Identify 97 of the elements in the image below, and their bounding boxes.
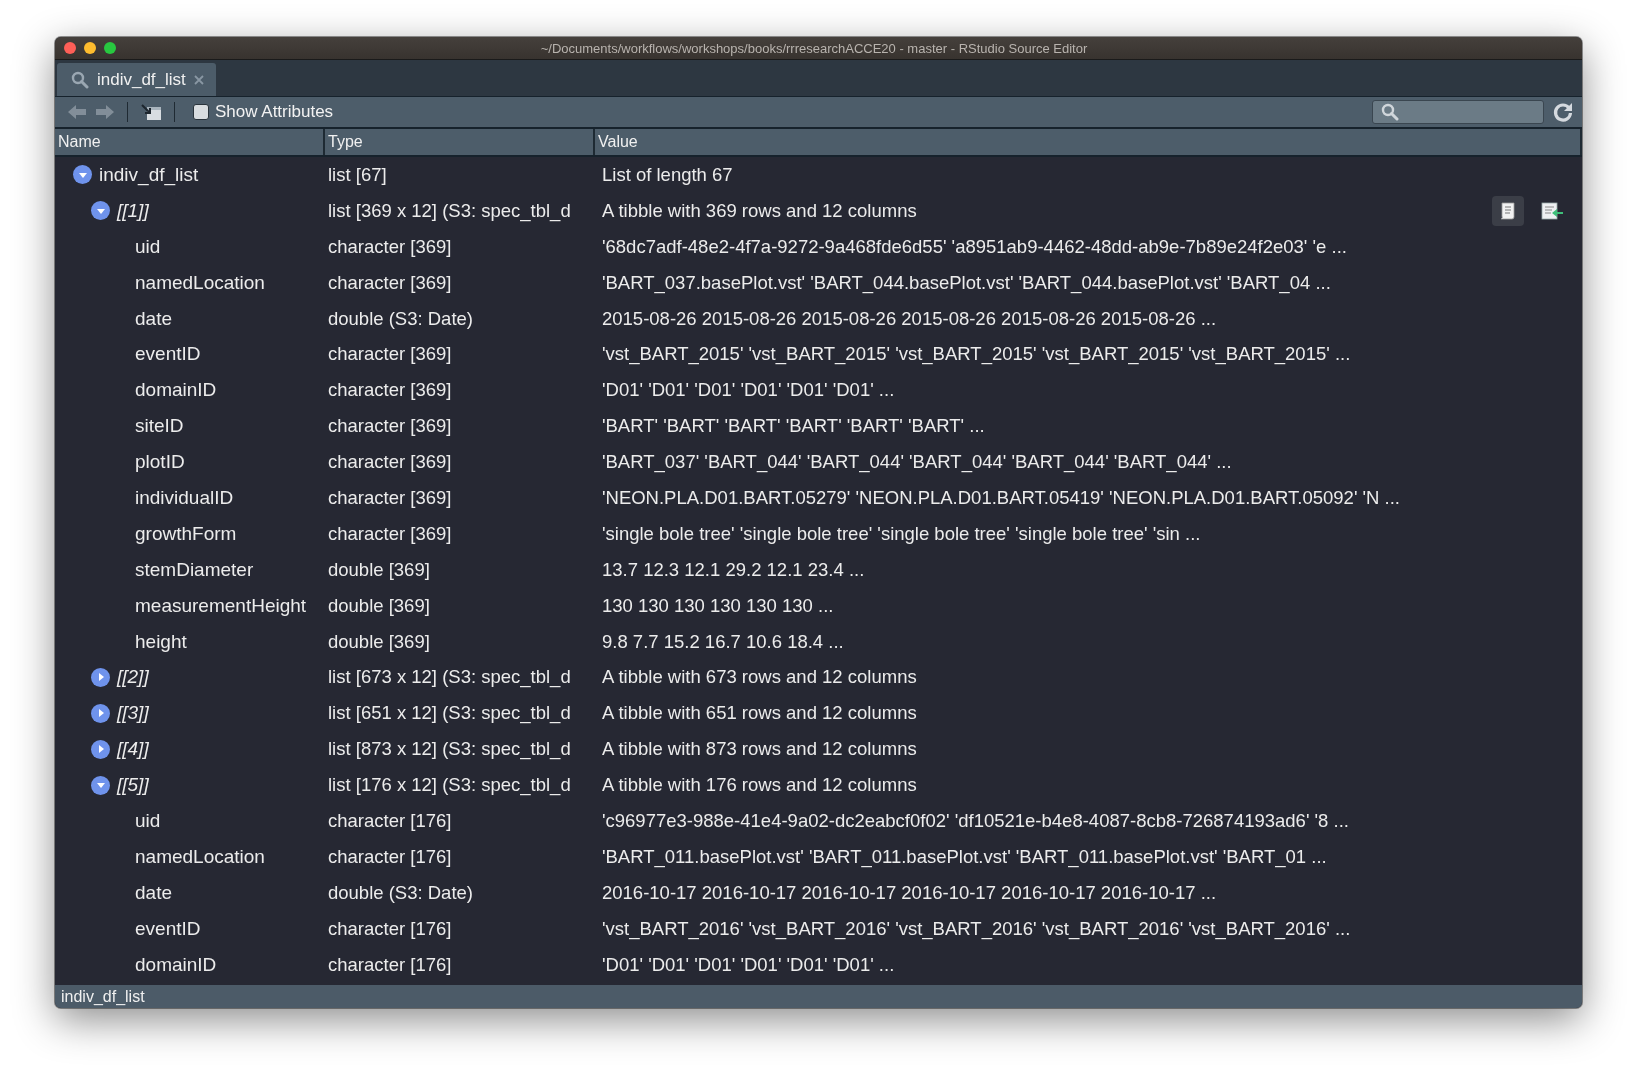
search-field[interactable]: [1372, 100, 1544, 124]
type-cell-text: character [369]: [327, 379, 453, 402]
type-cell-text: character [176]: [327, 845, 453, 868]
name-cell: height: [135, 630, 187, 653]
close-window-button[interactable]: [64, 42, 76, 54]
value-cell: 'BART' 'BART' 'BART' 'BART' 'BART' 'BART' ...: [602, 415, 985, 438]
value-cell: 'single bole tree' 'single bole tree' 'single bole tree' 'single bole tree' 'sin ...: [602, 522, 1201, 545]
type-cell-text: list [369 x 12] (S3: spec_tbl_d: [327, 199, 572, 222]
value-cell: 'BART_037' 'BART_044' 'BART_044' 'BART_044' 'BART_044' 'BART_044' ...: [602, 451, 1232, 474]
name-cell: growthForm: [135, 522, 237, 545]
document-arrow-icon: [1540, 200, 1564, 221]
window-title: ~/Documents/workflows/workshops/books/rrresearchACCE20 - master - RStudio Source Editor: [539, 40, 1089, 56]
name-cell: stemDiameter: [135, 558, 254, 581]
type-cell-text: character [369]: [327, 343, 453, 366]
type-cell-text: double [369]: [327, 558, 431, 581]
expand-toggle[interactable]: [91, 667, 110, 687]
value-cell: 2016-10-17 2016-10-17 2016-10-17 2016-10-17 2016-10-17 2016-10-17 ...: [602, 881, 1217, 904]
column-header[interactable]: Name: [55, 129, 325, 155]
value-cell: A tibble with 673 rows and 12 columns: [602, 666, 917, 689]
name-cell: [[1]]: [117, 199, 149, 222]
type-cell-text: character [369]: [327, 451, 453, 474]
value-cell: 'NEON.PLA.D01.BART.05279' 'NEON.PLA.D01.BART.05419' 'NEON.PLA.D01.BART.05092' 'N ...: [602, 486, 1400, 509]
name-cell: eventID: [135, 917, 201, 940]
value-cell: 'vst_BART_2015' 'vst_BART_2015' 'vst_BART_2015' 'vst_BART_2015' 'vst_BART_2015' ...: [602, 343, 1351, 366]
name-cell: [[5]]: [117, 774, 149, 797]
name-cell: domainID: [135, 953, 217, 976]
type-cell-text: list [176 x 12] (S3: spec_tbl_d: [327, 774, 572, 797]
collapse-toggle[interactable]: [91, 201, 110, 221]
name-cell: uid: [135, 235, 161, 258]
value-cell: List of length 67: [602, 163, 733, 186]
type-cell-text: double [369]: [327, 594, 431, 617]
name-cell: measurementHeight: [135, 594, 307, 617]
value-cell: 'BART_011.basePlot.vst' 'BART_011.basePlot.vst' 'BART_011.basePlot.vst' 'BART_01 ...: [602, 845, 1327, 868]
minimize-window-button[interactable]: [84, 42, 96, 54]
column-header[interactable]: Type: [325, 129, 595, 155]
value-cell: A tibble with 176 rows and 12 columns: [602, 774, 917, 797]
value-cell: 'vst_BART_2016' 'vst_BART_2016' 'vst_BART_2016' 'vst_BART_2016' 'vst_BART_2016' ...: [602, 917, 1351, 940]
name-cell: indiv_df_list: [99, 163, 199, 186]
show-attributes-checkbox[interactable]: Show Attributes: [193, 102, 334, 122]
search-icon: [71, 70, 89, 89]
value-cell: 130 130 130 130 130 130 ...: [602, 594, 834, 617]
value-cell: '68dc7adf-48e2-4f7a-9272-9a468fde6d55' 'a8951ab9-4462-48dd-ab9e-7b89e24f2e03' 'e ...: [602, 235, 1347, 258]
status-bar: indiv_df_list: [55, 985, 1582, 1008]
name-cell: eventID: [135, 343, 201, 366]
type-cell-text: character [369]: [327, 522, 453, 545]
value-cell: 'D01' 'D01' 'D01' 'D01' 'D01' 'D01' ...: [602, 953, 895, 976]
type-cell-text: character [369]: [327, 271, 453, 294]
type-cell-text: list [651 x 12] (S3: spec_tbl_d: [327, 702, 572, 725]
value-cell: A tibble with 369 rows and 12 columns: [602, 199, 917, 222]
name-cell: [[4]]: [117, 738, 149, 761]
type-cell-text: double (S3: Date): [327, 881, 474, 904]
column-header[interactable]: Value: [595, 129, 1582, 155]
value-cell: 'D01' 'D01' 'D01' 'D01' 'D01' 'D01' ...: [602, 379, 895, 402]
name-cell: domainID: [135, 379, 217, 402]
value-cell: 'c96977e3-988e-41e4-9a02-dc2eabcf0f02' 'df10521e-b4e8-4087-8cb8-726874193ad6' '8 ...: [602, 809, 1349, 832]
value-cell: A tibble with 873 rows and 12 columns: [602, 738, 917, 761]
type-cell-text: character [176]: [327, 809, 453, 832]
type-cell-text: character [176]: [327, 917, 453, 940]
collapse-toggle[interactable]: [73, 165, 92, 185]
value-cell: 2015-08-26 2015-08-26 2015-08-26 2015-08-26 2015-08-26 2015-08-26 ...: [602, 307, 1217, 330]
expand-toggle[interactable]: [91, 703, 110, 723]
name-cell: siteID: [135, 415, 184, 438]
name-cell: plotID: [135, 451, 185, 474]
collapse-toggle[interactable]: [91, 775, 110, 795]
scroll-icon: [1498, 200, 1518, 221]
zoom-window-button[interactable]: [104, 42, 116, 54]
type-cell-text: character [369]: [327, 415, 453, 438]
refresh-icon: [1552, 101, 1574, 123]
name-cell: uid: [135, 809, 161, 832]
refresh-button[interactable]: [1552, 101, 1574, 123]
type-cell-text: double (S3: Date): [327, 307, 474, 330]
forward-arrow-icon: [95, 104, 115, 120]
editor-tab[interactable]: indiv_df_list: [57, 63, 216, 96]
name-cell: date: [135, 881, 172, 904]
name-cell: individualID: [135, 486, 234, 509]
name-cell: namedLocation: [135, 845, 265, 868]
name-cell: [[2]]: [117, 666, 149, 689]
value-cell: 'BART_037.basePlot.vst' 'BART_044.basePlot.vst' 'BART_044.basePlot.vst' 'BART_04 ...: [602, 271, 1331, 294]
search-icon: [1381, 103, 1399, 121]
type-cell-text: character [176]: [327, 953, 453, 976]
name-cell: namedLocation: [135, 271, 265, 294]
type-cell-text: list [673 x 12] (S3: spec_tbl_d: [327, 666, 572, 689]
back-arrow-icon: [67, 104, 87, 120]
name-cell: [[3]]: [117, 702, 149, 725]
value-cell: 9.8 7.7 15.2 16.7 10.6 18.4 ...: [602, 630, 844, 653]
type-cell-text: list [873 x 12] (S3: spec_tbl_d: [327, 738, 572, 761]
popout-button[interactable]: [140, 103, 162, 121]
name-cell: date: [135, 307, 172, 330]
value-cell: A tibble with 651 rows and 12 columns: [602, 702, 917, 725]
type-cell-text: character [369]: [327, 486, 453, 509]
type-cell-text: character [369]: [327, 235, 453, 258]
value-cell: 13.7 12.3 12.1 29.2 12.1 23.4 ...: [602, 558, 865, 581]
type-cell-text: double [369]: [327, 630, 431, 653]
expand-toggle[interactable]: [91, 739, 110, 759]
type-cell-text: list [67]: [327, 163, 388, 186]
view-data-button[interactable]: [1492, 195, 1524, 226]
popout-icon: [140, 103, 162, 121]
